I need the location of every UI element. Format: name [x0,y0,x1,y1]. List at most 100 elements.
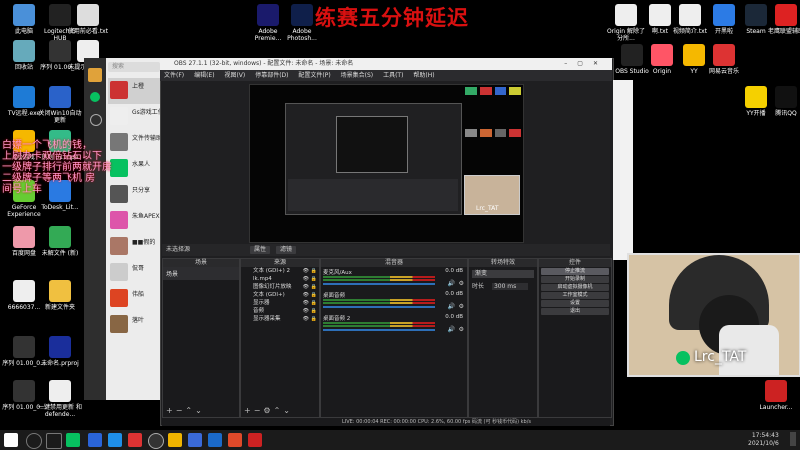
menu-profile[interactable]: 配置文件(P) [298,72,330,79]
overlay-title: 练赛五分钟延迟 [315,5,469,30]
menu-tools[interactable]: 工具(T) [383,72,403,79]
chat-contact-item[interactable]: 朱鱼APEX [108,208,164,234]
menu-edit[interactable]: 编辑(E) [194,72,214,79]
mixer-channel-name: 麦克风/Aux [323,270,352,276]
properties-button[interactable]: 属性 [250,246,271,254]
menu-docks[interactable]: 停靠部件(D) [255,72,288,79]
scene-item[interactable]: 场景 [163,267,239,280]
gear-icon[interactable]: ⚙ [459,303,464,310]
eye-icon[interactable]: 👁 [303,267,309,275]
lock-icon[interactable]: 🔒 [311,307,317,315]
control-button[interactable]: 启动虚拟摄像机 [541,284,609,291]
app-taskbar-icon[interactable] [108,433,122,447]
eye-icon[interactable]: 👁 [303,299,309,307]
lock-icon[interactable]: 🔒 [311,315,317,323]
lock-icon[interactable]: 🔒 [311,267,317,275]
speaker-icon[interactable]: 🔊 [448,303,455,310]
menu-file[interactable]: 文件(F) [164,72,184,79]
gear-icon[interactable]: ⚙ [459,280,464,287]
speaker-icon[interactable]: 🔊 [448,280,455,287]
source-item[interactable]: 图像幻灯片放映 👁 🔒 [241,283,319,291]
app-taskbar-icon[interactable] [248,433,262,447]
wechat-taskbar-icon[interactable] [66,433,80,447]
control-button[interactable]: 退出 [541,308,609,315]
source-item[interactable]: lk.mp4 👁 🔒 [241,275,319,283]
menu-help[interactable]: 帮助(H) [413,72,434,79]
control-button[interactable]: 开始录制 [541,276,609,283]
desktop-icon[interactable]: 未命名.prproj [38,336,82,367]
app-taskbar-icon[interactable] [168,433,182,447]
chat-contact-item[interactable]: 文件传输助 [108,130,164,156]
window-controls[interactable]: –▢✕ [564,58,608,70]
chat-contact-item[interactable]: 落叶 [108,312,164,338]
source-item[interactable]: 文本 (GDI+) 2 👁 🔒 [241,267,319,275]
mixer-dock: 混音器 麦克风/Aux 0.0 dB 🔊 ⚙ 桌面音频 0.0 dB 🔊 ⚙ 桌面音频 2 0.0… [320,258,468,418]
control-button[interactable]: 设置 [541,300,609,307]
control-button[interactable]: 停止推流 [541,268,609,275]
transitions-dock: 转场特效 渐变 时长 300 ms [468,258,538,418]
eye-icon[interactable]: 👁 [303,283,309,291]
contact-avatar [110,315,128,333]
app-taskbar-icon[interactable] [88,433,102,447]
desktop-icon[interactable]: 新建文件夹 [38,280,82,311]
chat-contact-item[interactable]: 侃哥 [108,260,164,286]
filters-button[interactable]: 滤镜 [276,246,297,254]
desktop-icon[interactable]: 关闭Win10自动更新 [38,86,82,124]
chat-contact-item[interactable]: ■■假的 [108,234,164,260]
source-item[interactable]: 显示器 👁 🔒 [241,299,319,307]
task-view-icon[interactable] [46,433,62,449]
app-taskbar-icon[interactable] [128,433,142,447]
app-taskbar-icon[interactable] [188,433,202,447]
desktop-icon[interactable]: Adobe Photosh... [280,4,324,42]
controls-list: 停止推流 开始录制 启动虚拟摄像机 工作室模式 设置 退出 [539,268,611,315]
desktop-icon[interactable]: 老鹰联盟辅助 [764,4,800,35]
desktop-icon[interactable]: 腾讯QQ [764,86,800,117]
eye-icon[interactable]: 👁 [303,291,309,299]
lock-icon[interactable]: 🔒 [311,283,317,291]
menu-scene-collection[interactable]: 场景集合(S) [341,72,374,79]
desktop-icon[interactable]: 未解文件 (新) [38,226,82,257]
eye-icon[interactable]: 👁 [303,315,309,323]
notification-icon[interactable] [790,432,796,446]
desktop-icon[interactable]: 一键禁用更新 和defende... [38,380,82,418]
volume-slider[interactable] [323,329,435,331]
clock[interactable]: 17:54:43 2021/10/6 [748,432,779,448]
chat-contact-item[interactable]: 只分享 [108,182,164,208]
volume-slider[interactable] [323,283,435,285]
lock-icon[interactable]: 🔒 [311,291,317,299]
desktop-icon[interactable]: Launcher... [754,380,798,411]
search-icon[interactable] [26,433,42,449]
duration-input[interactable]: 300 ms [491,283,528,290]
chat-overlay: 白嫖一个飞机的钱， 上尉办卡双倍钻石以下 一级牌子排行前两就开房 二级牌子等两飞… [2,140,112,195]
lock-icon[interactable]: 🔒 [311,275,317,283]
source-item[interactable]: 音频 👁 🔒 [241,307,319,315]
gear-icon[interactable]: ⚙ [459,326,464,333]
chat-contact-item[interactable]: 水果人 [108,156,164,182]
control-button[interactable]: 工作室模式 [541,292,609,299]
speaker-icon[interactable]: 🔊 [448,326,455,333]
chat-contact-item[interactable]: 伟船 [108,286,164,312]
source-controls[interactable]: +−⚙⌃⌄ [244,406,293,415]
volume-slider[interactable] [323,306,435,308]
contacts-icon[interactable] [90,114,102,126]
obs-taskbar-icon[interactable] [148,433,164,449]
windows-start-icon[interactable] [4,433,18,447]
source-item[interactable]: 显示器采集 👁 🔒 [241,315,319,323]
source-item[interactable]: 文本 (GDI+) 👁 🔒 [241,291,319,299]
chat-search-input[interactable]: 搜索 [108,62,160,72]
eye-icon[interactable]: 👁 [303,307,309,315]
desktop-icon[interactable]: 使用前必看.txt [66,4,110,35]
steam-taskbar-icon[interactable] [208,433,222,447]
chat-contact-item[interactable]: 上橙 [108,78,164,104]
obs-preview[interactable]: Lrc_TAT [249,84,524,243]
transition-select[interactable]: 渐变 [472,270,534,278]
lock-icon[interactable]: 🔒 [311,299,317,307]
scene-controls[interactable]: +−⌃⌄ [166,406,205,415]
user-avatar[interactable] [88,68,102,82]
desktop-icon[interactable]: 网易云音乐 [702,44,746,75]
chat-icon[interactable] [90,92,100,102]
app-taskbar-icon[interactable] [228,433,242,447]
chat-contact-item[interactable]: Gs游戏工作室 [108,104,170,130]
eye-icon[interactable]: 👁 [303,275,309,283]
menu-view[interactable]: 视图(V) [224,72,245,79]
